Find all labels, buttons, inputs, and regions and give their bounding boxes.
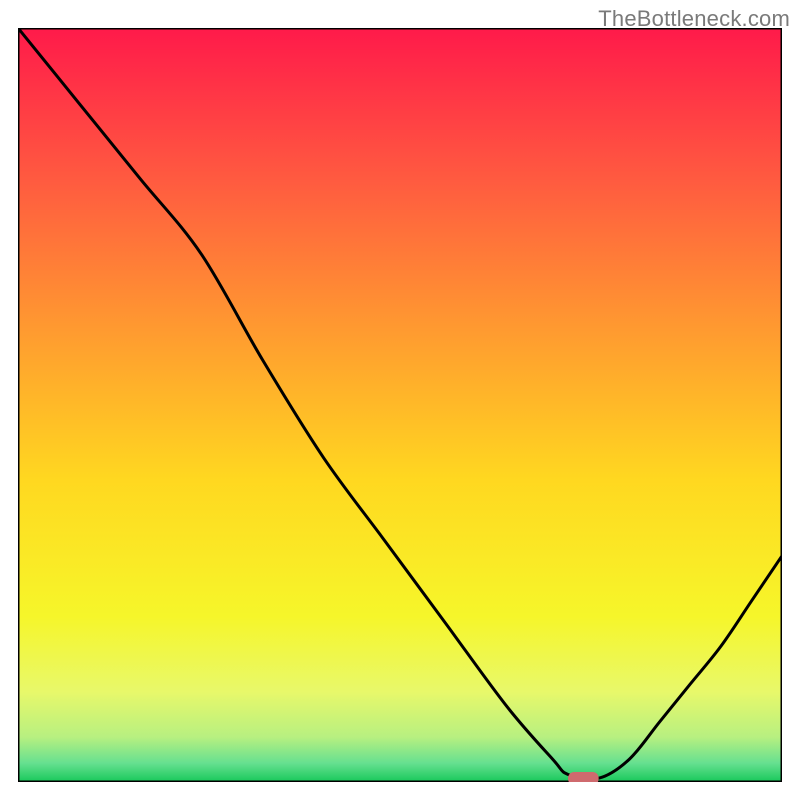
min-marker (568, 772, 599, 782)
chart-container: TheBottleneck.com (0, 0, 800, 800)
plot-area (18, 28, 782, 782)
watermark-text: TheBottleneck.com (598, 6, 790, 32)
gradient-background (18, 28, 782, 782)
chart-svg (18, 28, 782, 782)
